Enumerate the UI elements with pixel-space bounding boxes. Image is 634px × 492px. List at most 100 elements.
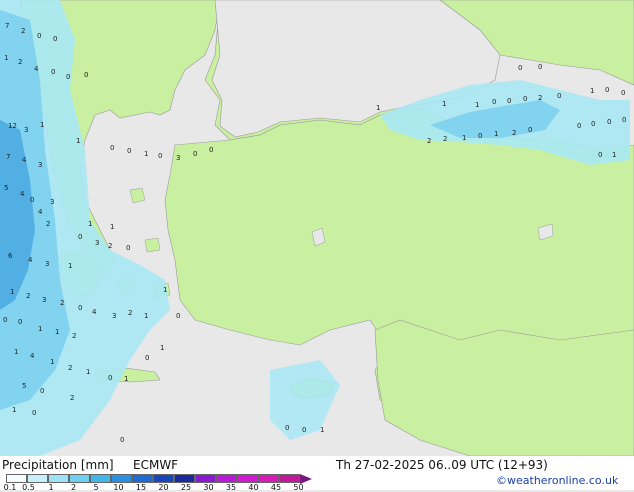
precip-value-label: 1 [14,348,18,356]
legend-swatch [111,474,132,483]
legend-tick-label: 50 [293,483,304,492]
precip-value-label: 6 [8,252,13,260]
precip-value-label: 0 [78,304,82,312]
legend-swatch [237,474,258,483]
precip-value-label: 0 [51,68,55,76]
land-island-b [144,237,161,253]
precip-value-label: 2 [60,299,64,307]
legend-tick-label: 15 [135,483,147,492]
legend-tick-label: 20 [158,483,169,492]
precip-value-label: 1 [320,426,324,434]
precip-value-label: 2 [72,332,76,340]
precip-value-label: 7 [5,22,9,30]
precip-value-label: 3 [112,312,116,320]
precip-value-label: 0 [557,92,561,100]
precip-value-label: 7 [6,153,10,161]
legend-swatch [216,474,237,483]
precip-value-label: 2 [46,220,50,228]
legend-swatch [195,474,216,483]
legend-swatch [69,474,90,483]
precip-value-label: 0 [577,122,581,130]
precip-value-label: 0 [30,196,34,204]
precip-value-label: 0 [40,387,44,395]
precip-value-label: 1 [160,344,164,352]
legend-swatch [174,474,195,483]
precip-value-label: 1 [590,87,594,95]
precip-value-label: 1 [144,150,148,158]
precip-value-label: 1 [462,134,466,142]
precip-value-label: 0 [538,63,542,71]
precip-value-label: 4 [30,352,35,360]
precip-value-label: 4 [20,190,25,198]
legend-tick-label: 10 [113,483,124,492]
precip-value-label: 1 [4,54,8,62]
legend-tick-label: 25 [180,483,192,492]
legend-tick-label: 45 [270,483,282,492]
precip-value-label: 3 [42,296,46,304]
precip-value-label: 0 [66,73,70,81]
precip-value-label: 0 [110,144,114,152]
precip-value-label: 5 [22,382,26,390]
precip-value-label: 1 [12,406,16,414]
precip-value-label: 3 [95,239,99,247]
precip-value-label: 0 [622,116,626,124]
precip-value-label: 0 [591,120,595,128]
legend-swatch [279,474,300,483]
precip-value-label: 2 [427,137,431,145]
precip-value-label: 1 [55,328,59,336]
precip-value-label: 0 [158,152,162,160]
precip-value-label: 1 [50,358,54,366]
precip-value-label: 3 [38,161,42,169]
precip-value-label: 4 [22,156,27,164]
precip-value-label: 12 [8,122,17,130]
precip-value-label: 0 [518,64,522,72]
land-levant [374,319,634,456]
precip-value-label: 1 [163,286,167,294]
precip-value-label: 0 [127,147,131,155]
precipitation-map: 7 2 0 0 1 2 4 0 0 0 12 3 1 1 0 0 1 0 3 0 0 7 4 3 5 4 0 3 4 2 1 1 6 4 3 1 0 3 2… [0,0,634,456]
precip-value-label: 4 [28,256,33,264]
precip-value-label: 3 [50,198,54,206]
precip-value-label: 0 [193,150,197,158]
footer: Precipitation [mm] ECMWF Th 27-02-2025 0… [0,456,634,492]
precip-value-label: 0 [84,71,88,79]
precip-value-label: 4 [92,308,97,316]
precip-value-label: 1 [475,101,479,109]
legend-tick-label: 35 [225,483,237,492]
precip-value-label: 1 [376,104,380,112]
legend-title: Precipitation [mm] [2,458,114,472]
precip-value-label: 2 [108,242,112,250]
precip-value-label: 3 [176,154,180,162]
legend-swatch [90,474,111,483]
precip-value-label: 0 [3,316,7,324]
precip-value-label: 0 [523,95,527,103]
precip-value-label: 2 [18,58,22,66]
precip-value-label: 0 [302,426,306,434]
precip-value-label: 2 [512,129,516,137]
precip-value-label: 1 [88,220,92,228]
precip-value-label: 2 [68,364,72,372]
precip-value-label: 3 [45,260,49,268]
precip-value-label: 1 [110,223,114,231]
precip-value-label: 0 [621,89,625,97]
precip-value-label: 1 [86,368,90,376]
precip-value-label: 0 [607,118,611,126]
legend-swatch [6,474,27,483]
precip-value-label: 0 [598,151,602,159]
legend-tick-label: 0.1 [3,483,17,492]
precip-value-label: 3 [24,126,28,134]
precip-value-label: 1 [144,312,148,320]
credit-link[interactable]: ©weatheronline.co.uk [496,474,618,487]
precip-value-label: 0 [18,318,22,326]
precip-value-label: 0 [492,98,496,106]
precip-value-label: 0 [478,132,482,140]
legend-swatch [258,474,279,483]
land-island-a [129,187,146,204]
precip-value-label: 2 [70,394,74,402]
legend-swatch [153,474,174,483]
precip-value-label: 1 [76,137,80,145]
legend-tick-label: 40 [248,483,259,492]
precip-value-label: 0 [108,374,112,382]
precip-value-label: 0 [126,244,130,252]
precip-value-label: 0 [145,354,149,362]
